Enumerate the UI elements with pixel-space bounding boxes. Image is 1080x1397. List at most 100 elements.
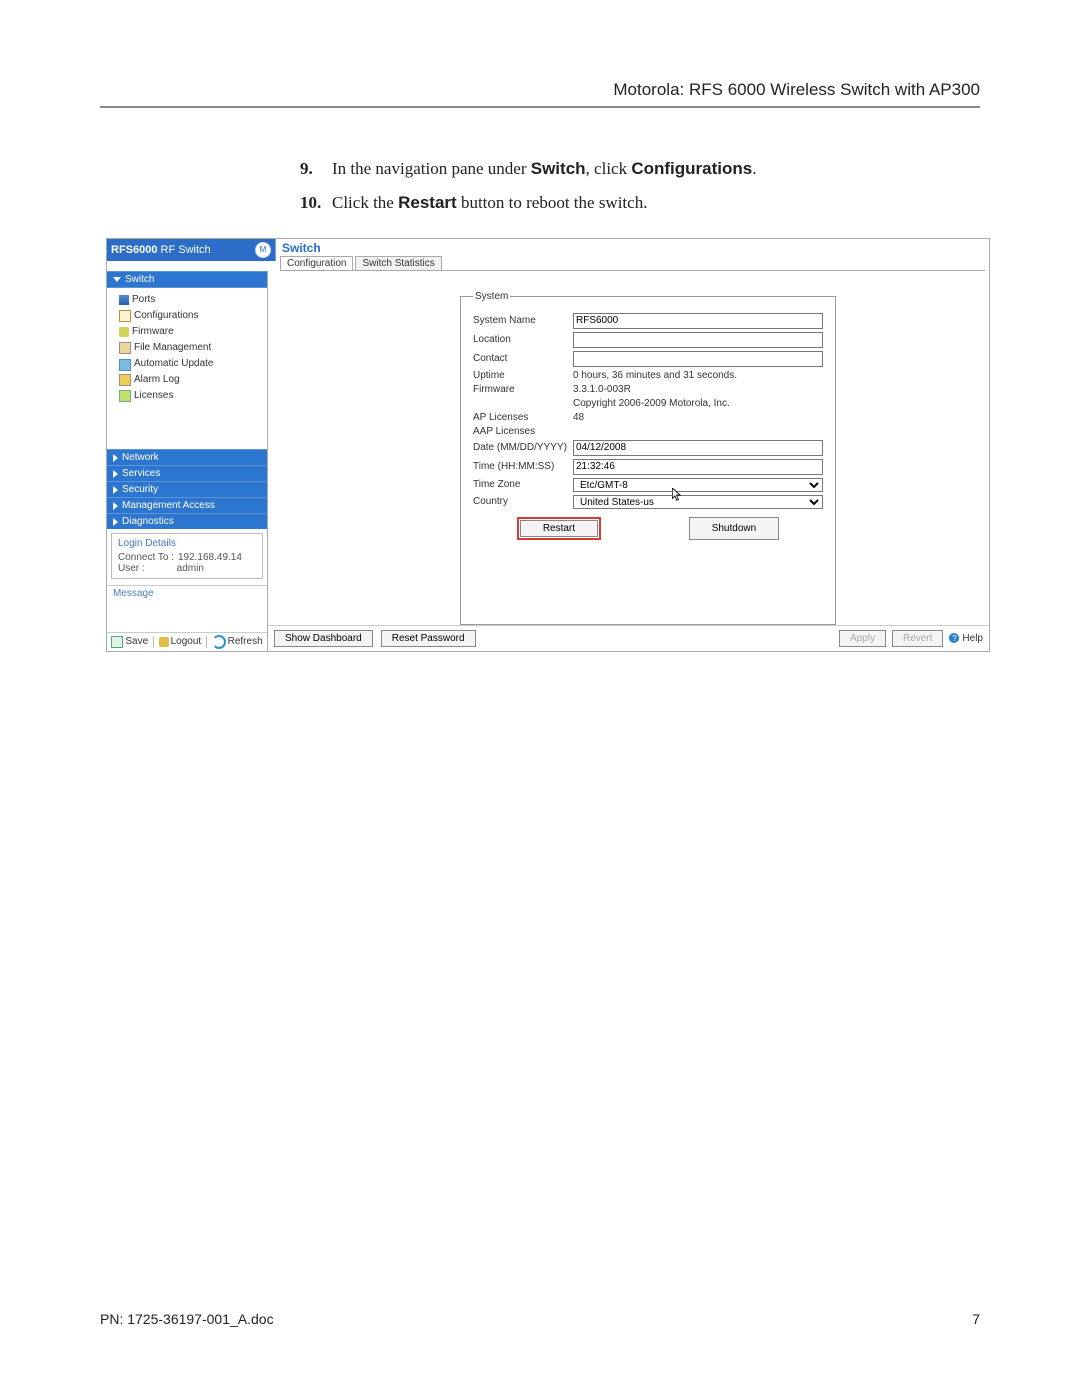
show-dashboard-button[interactable]: Show Dashboard <box>274 630 373 647</box>
label-country: Country <box>473 496 573 507</box>
tree-item-configurations-label: Configurations <box>134 308 198 324</box>
sidebar-section-network[interactable]: Network <box>107 449 267 465</box>
step-9-num: 9. <box>300 154 313 184</box>
reset-password-button[interactable]: Reset Password <box>381 630 476 647</box>
input-contact[interactable] <box>573 351 823 367</box>
label-timezone: Time Zone <box>473 479 573 490</box>
configurations-icon <box>119 310 131 322</box>
label-ap-licenses: AP Licenses <box>473 412 573 423</box>
doc-header: Motorola: RFS 6000 Wireless Switch with … <box>100 80 980 108</box>
refresh-label: Refresh <box>228 636 263 647</box>
tab-switch-statistics[interactable]: Switch Statistics <box>355 256 441 270</box>
tree-item-firmware[interactable]: Firmware <box>109 324 265 340</box>
revert-button[interactable]: Revert <box>892 630 943 647</box>
select-timezone[interactable]: Etc/GMT-8 <box>573 478 823 492</box>
tree-item-alarm-log-label: Alarm Log <box>134 372 180 388</box>
label-date: Date (MM/DD/YYYY) <box>473 442 573 453</box>
bottom-bar: Show Dashboard Reset Password Apply Reve… <box>268 625 989 651</box>
help-icon: ? <box>949 633 959 643</box>
save-label: Save <box>125 636 148 647</box>
sidebar-section-diagnostics-label: Diagnostics <box>122 516 174 527</box>
sidebar-section-services-label: Services <box>122 468 160 479</box>
firmware-icon <box>119 327 129 337</box>
login-user-value: admin <box>177 563 204 574</box>
step-10-bold-restart: Restart <box>398 193 457 212</box>
sidebar-footer: Save Logout Refresh <box>107 632 267 651</box>
brand-suffix: RF Switch <box>157 244 210 256</box>
step-10-text-a: Click the <box>332 193 398 212</box>
save-icon <box>111 636 123 648</box>
chevron-right-icon <box>113 454 118 462</box>
tree-item-ports-label: Ports <box>132 292 155 308</box>
step-10-text-b: button to reboot the switch. <box>457 193 648 212</box>
refresh-icon <box>212 635 226 649</box>
tree-item-automatic-update[interactable]: Automatic Update <box>109 356 265 372</box>
sidebar-section-services[interactable]: Services <box>107 465 267 481</box>
chevron-right-icon <box>113 502 118 510</box>
input-date[interactable] <box>573 440 823 456</box>
step-9-bold-switch: Switch <box>531 159 586 178</box>
tab-configuration[interactable]: Configuration <box>280 256 353 270</box>
restart-highlight: Restart <box>517 517 601 540</box>
footer-partno: PN: 1725-36197-001_A.doc <box>100 1311 274 1327</box>
step-10-num: 10. <box>300 188 321 218</box>
label-time: Time (HH:MM:SS) <box>473 461 573 472</box>
app-title: Switch <box>280 239 985 255</box>
sidebar-section-switch-label: Switch <box>125 274 154 285</box>
tree-item-file-management[interactable]: File Management <box>109 340 265 356</box>
input-time[interactable] <box>573 459 823 475</box>
chevron-right-icon <box>113 486 118 494</box>
logout-button[interactable]: Logout <box>159 636 202 647</box>
sidebar-section-security[interactable]: Security <box>107 481 267 497</box>
tree-item-automatic-update-label: Automatic Update <box>134 356 214 372</box>
sidebar-section-switch[interactable]: Switch <box>107 271 267 288</box>
ports-icon <box>119 295 129 305</box>
tab-bar: Configuration Switch Statistics <box>280 256 985 271</box>
login-connect-value: 192.168.49.14 <box>178 552 242 563</box>
shutdown-button[interactable]: Shutdown <box>689 517 779 540</box>
sidebar-section-management-access[interactable]: Management Access <box>107 497 267 513</box>
login-connect-label: Connect To : <box>118 552 174 563</box>
label-aap-licenses: AAP Licenses <box>473 426 573 437</box>
system-fieldset: System System Name Location Contact Upti… <box>460 291 836 625</box>
step-9-text-a: In the navigation pane under <box>332 159 531 178</box>
step-10: 10. Click the Restart button to reboot t… <box>300 188 980 218</box>
licenses-icon <box>119 390 131 402</box>
tree-item-licenses[interactable]: Licenses <box>109 388 265 404</box>
tree-item-configurations[interactable]: Configurations <box>109 308 265 324</box>
restart-button[interactable]: Restart <box>520 520 598 537</box>
help-label: Help <box>962 633 983 644</box>
footer-pagenum: 7 <box>972 1311 980 1327</box>
brand-bar: RFS6000 RF Switch M <box>107 239 276 261</box>
switch-tree: Ports Configurations Firmware File Manag… <box>107 288 267 408</box>
logout-label: Logout <box>171 636 202 647</box>
login-details-title: Login Details <box>116 538 178 549</box>
save-button[interactable]: Save <box>111 636 148 648</box>
value-ap-licenses: 48 <box>573 412 584 423</box>
label-system-name: System Name <box>473 315 573 326</box>
logout-icon <box>159 637 169 647</box>
input-location[interactable] <box>573 332 823 348</box>
refresh-button[interactable]: Refresh <box>212 635 263 649</box>
tree-item-alarm-log[interactable]: Alarm Log <box>109 372 265 388</box>
apply-button[interactable]: Apply <box>839 630 886 647</box>
value-uptime: 0 hours, 36 minutes and 31 seconds. <box>573 370 737 381</box>
tree-item-ports[interactable]: Ports <box>109 292 265 308</box>
app-screenshot: RFS6000 RF Switch M Switch Configuration… <box>106 238 990 652</box>
value-copyright: Copyright 2006-2009 Motorola, Inc. <box>573 398 730 409</box>
step-9-bold-configs: Configurations <box>631 159 752 178</box>
motorola-logo-icon: M <box>255 242 271 258</box>
label-contact: Contact <box>473 353 573 364</box>
sidebar: Switch Ports Configurations Firmware Fil… <box>107 271 268 651</box>
help-button[interactable]: ? Help <box>949 633 983 644</box>
automatic-update-icon <box>119 359 131 371</box>
step-9-text-c: . <box>752 159 756 178</box>
input-system-name[interactable] <box>573 313 823 329</box>
alarm-log-icon <box>119 374 131 386</box>
main-content: System System Name Location Contact Upti… <box>268 271 989 651</box>
select-country[interactable]: United States-us <box>573 495 823 509</box>
sidebar-section-diagnostics[interactable]: Diagnostics <box>107 513 267 529</box>
sidebar-section-security-label: Security <box>122 484 158 495</box>
step-9: 9. In the navigation pane under Switch, … <box>300 154 980 184</box>
value-firmware: 3.3.1.0-003R <box>573 384 631 395</box>
